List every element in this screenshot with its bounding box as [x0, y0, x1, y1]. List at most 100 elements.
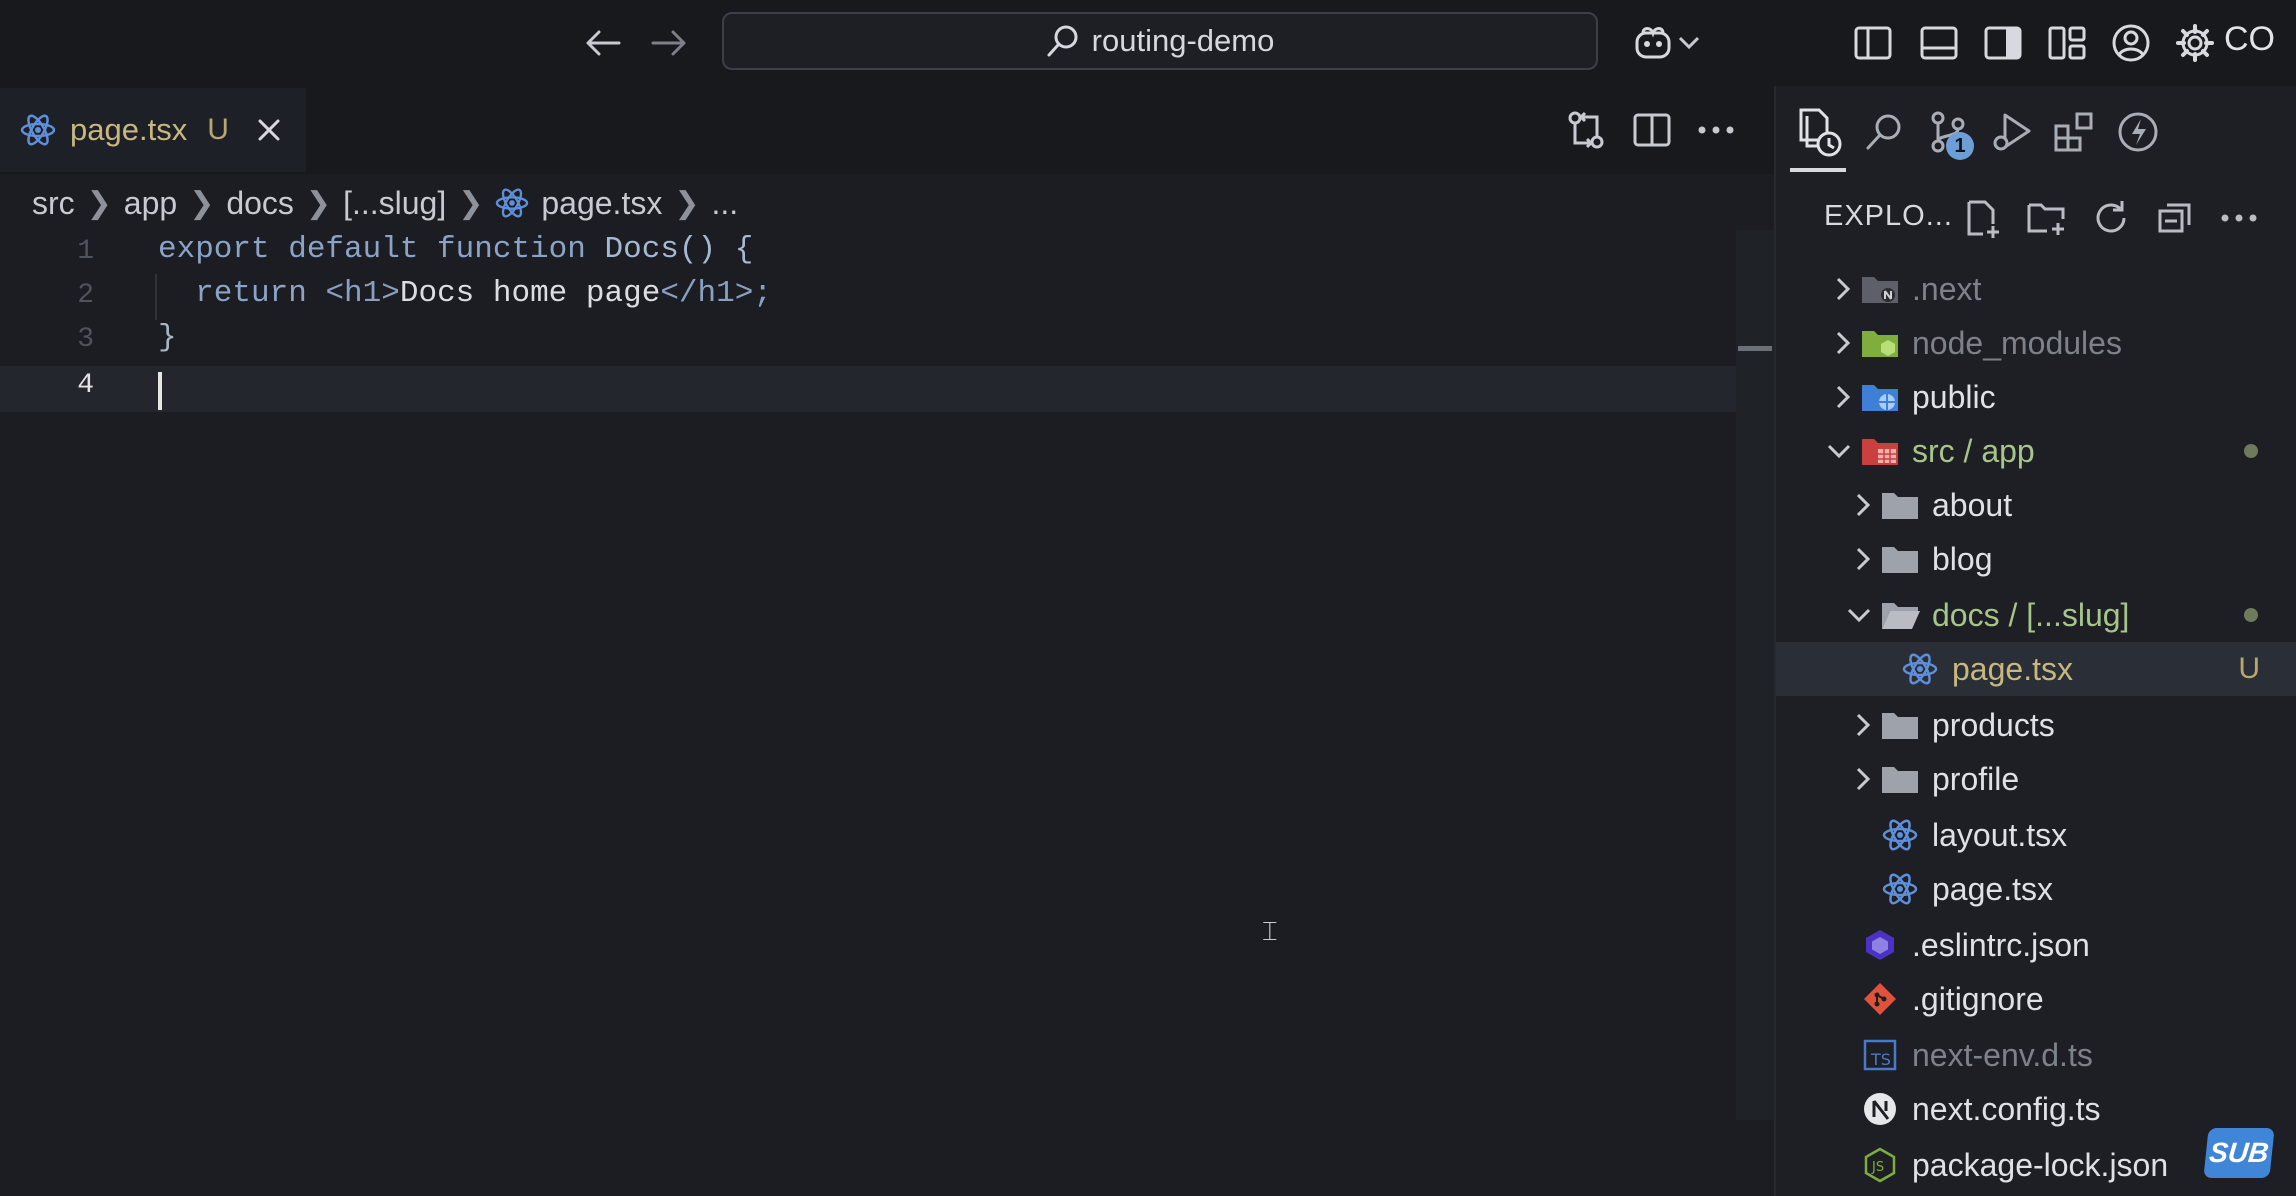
react-icon: [1880, 818, 1920, 852]
command-center-search[interactable]: routing-demo: [722, 12, 1598, 70]
untracked-status: U: [2238, 652, 2260, 685]
breadcrumb-item[interactable]: page.tsx: [541, 185, 662, 222]
line-number: 2: [77, 280, 94, 311]
tree-item-label: next-env.d.ts: [1912, 1036, 2093, 1073]
chevron-down-icon[interactable]: [1672, 18, 1706, 68]
breadcrumb-item[interactable]: [...slug]: [343, 185, 446, 222]
breadcrumb-item[interactable]: app: [124, 185, 177, 222]
extensions-icon[interactable]: [2046, 104, 2102, 160]
new-file-icon[interactable]: [1958, 194, 2008, 242]
customize-layout-icon[interactable]: [2042, 18, 2092, 68]
collapse-all-icon[interactable]: [2150, 194, 2200, 242]
more-actions-icon[interactable]: [1690, 104, 1742, 156]
tree-item-products[interactable]: products: [1776, 698, 2296, 752]
refresh-icon[interactable]: [2086, 194, 2136, 242]
chevron-right-icon: [1828, 382, 1858, 412]
nextjs-icon: [1860, 1092, 1900, 1126]
close-icon[interactable]: [257, 118, 281, 142]
arrow-right-icon[interactable]: [644, 18, 694, 68]
search-text: routing-demo: [1091, 23, 1275, 58]
tree-item-page-tsx[interactable]: page.tsx: [1776, 862, 2296, 916]
react-icon: [495, 187, 529, 219]
tree-item-label: about: [1932, 486, 2013, 523]
chevron-right-icon: ❯: [86, 186, 112, 220]
text-cursor: [158, 372, 162, 410]
tree-item-docs-page-tsx[interactable]: page.tsx U: [1776, 642, 2296, 696]
explorer-icon[interactable]: [1792, 104, 1848, 160]
tree-item-blog[interactable]: blog: [1776, 532, 2296, 586]
tree-item-about[interactable]: about: [1776, 478, 2296, 532]
tab-page-tsx[interactable]: page.tsx U: [0, 88, 306, 172]
code-line-1: export default function Docs() {: [158, 232, 753, 267]
arrow-left-icon[interactable]: [578, 18, 628, 68]
split-editor-icon[interactable]: [1626, 104, 1678, 156]
code-token: Docs home page: [399, 276, 661, 311]
subscribe-badge[interactable]: SUB: [2203, 1128, 2275, 1178]
copilot-icon[interactable]: [1628, 18, 1678, 68]
i-beam-cursor-icon: ⌶: [1262, 916, 1278, 946]
lightning-icon[interactable]: [2110, 104, 2166, 160]
line-number-current: 4: [77, 370, 94, 401]
git-icon: [1860, 982, 1900, 1016]
toggle-primary-sidebar-icon[interactable]: [1848, 18, 1898, 68]
breadcrumb-item[interactable]: docs: [226, 185, 294, 222]
tree-item-label: docs / [...slug]: [1932, 596, 2130, 633]
indent-guide: [155, 274, 157, 320]
new-folder-icon[interactable]: [2022, 194, 2072, 242]
folder-icon: [1880, 542, 1920, 576]
folder-icon: [1860, 380, 1900, 414]
tree-item-node-modules[interactable]: node_modules: [1776, 316, 2296, 370]
tree-item-layout-tsx[interactable]: layout.tsx: [1776, 808, 2296, 862]
scrollbar-cursor-marker: [1738, 346, 1772, 351]
open-changes-icon[interactable]: [1560, 104, 1612, 156]
tree-item-label: blog: [1932, 540, 1993, 577]
tab-status: U: [207, 113, 229, 146]
tree-item-next-env[interactable]: TS next-env.d.ts: [1776, 1028, 2296, 1082]
tree-item-label: page.tsx: [1952, 650, 2073, 687]
toggle-panel-icon[interactable]: [1914, 18, 1964, 68]
code-editor[interactable]: 1 2 3 4 export default function Docs() {…: [0, 230, 1740, 1196]
tree-item-public[interactable]: public: [1776, 370, 2296, 424]
breadcrumb-item[interactable]: src: [32, 185, 75, 222]
tree-item-label: .gitignore: [1912, 980, 2044, 1017]
react-icon: [20, 113, 56, 147]
search-icon[interactable]: [1856, 104, 1912, 160]
toggle-secondary-sidebar-icon[interactable]: [1978, 18, 2028, 68]
chevron-right-icon: [1848, 710, 1878, 740]
gear-icon[interactable]: [2170, 18, 2220, 68]
tree-item-label: src / app: [1912, 432, 2035, 469]
tree-item-src-app[interactable]: src / app: [1776, 424, 2296, 478]
current-line-highlight: [0, 366, 1740, 412]
tree-item-label: profile: [1932, 760, 2020, 797]
search-icon: [1046, 24, 1080, 58]
modified-dot: [2244, 608, 2258, 622]
active-view-indicator: [1790, 168, 1846, 172]
code-line-2: return <h1>Docs home page</h1>;: [158, 276, 772, 311]
svg-text:TS: TS: [1870, 1050, 1891, 1069]
profile-label[interactable]: CO: [2224, 20, 2275, 59]
tree-item-label: layout.tsx: [1932, 816, 2068, 853]
tree-item-next[interactable]: .next: [1776, 262, 2296, 316]
editor-scrollbar[interactable]: [1736, 230, 1774, 1120]
folder-icon: [1880, 488, 1920, 522]
tree-item-label: .next: [1912, 270, 1982, 307]
tree-item-label: .eslintrc.json: [1912, 926, 2090, 963]
tree-item-profile[interactable]: profile: [1776, 752, 2296, 806]
svg-text:JS: JS: [1871, 1160, 1884, 1175]
react-icon: [1880, 872, 1920, 906]
tree-item-label: next.config.ts: [1912, 1090, 2101, 1127]
chevron-right-icon: [1828, 274, 1858, 304]
breadcrumb-item[interactable]: ...: [711, 185, 738, 222]
chevron-right-icon: [1848, 764, 1878, 794]
tree-item-label: page.tsx: [1932, 870, 2053, 907]
tree-item-gitignore[interactable]: .gitignore: [1776, 972, 2296, 1026]
run-debug-icon[interactable]: [1984, 104, 2040, 160]
tree-item-docs-slug[interactable]: docs / [...slug]: [1776, 588, 2296, 642]
folder-icon: [1860, 272, 1900, 306]
account-icon[interactable]: [2106, 18, 2156, 68]
chevron-right-icon: ❯: [305, 186, 332, 220]
chevron-right-icon: [1848, 490, 1878, 520]
chevron-down-icon: [1824, 436, 1854, 466]
more-actions-icon[interactable]: [2214, 194, 2264, 242]
tree-item-eslintrc[interactable]: .eslintrc.json: [1776, 918, 2296, 972]
